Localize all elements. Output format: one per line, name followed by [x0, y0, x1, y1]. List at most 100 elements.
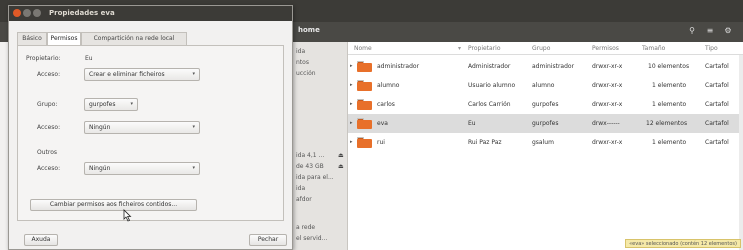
file-size: 1 elemento — [652, 101, 687, 108]
sidebar: ida ntos ucción ida 4,1 ... ⏏ de 43 GB ⏏… — [290, 42, 348, 250]
owner-access-value: Crear e eliminar ficheiros — [89, 71, 165, 78]
tab-permissions[interactable]: Permisos — [47, 32, 81, 45]
file-group: gurpofes — [532, 120, 559, 127]
scrollbar[interactable] — [739, 55, 743, 250]
file-group: gsalum — [532, 139, 554, 146]
chevron-down-icon: ▾ — [192, 124, 195, 130]
sidebar-item[interactable]: ida para el... — [296, 174, 334, 181]
file-name: eva — [377, 120, 388, 127]
sidebar-item[interactable]: de 43 GB — [296, 163, 324, 170]
expand-arrow-icon[interactable]: ▸ — [350, 120, 353, 126]
file-row[interactable]: ▸ carlos Carlos Carrión gurpofes drwxr-x… — [348, 95, 743, 114]
folder-icon — [357, 118, 372, 129]
column-header-type[interactable]: Tipo — [705, 45, 718, 52]
owner-label: Propietario: — [26, 55, 61, 62]
list-view-icon[interactable]: ≡ — [703, 24, 717, 38]
file-group: gurpofes — [532, 101, 559, 108]
others-access-select[interactable]: Ningún ▾ — [84, 162, 200, 175]
group-label: Grupo: — [37, 101, 58, 108]
tab-local-network-sharing[interactable]: Compartición na rede local — [81, 32, 187, 45]
file-row[interactable]: ▸ administrador Administrador administra… — [348, 57, 743, 76]
column-header-permissions[interactable]: Permisos — [592, 45, 619, 52]
file-permissions: drwx------ — [592, 120, 620, 127]
folder-icon — [357, 137, 372, 148]
file-owner: Administrador — [468, 63, 511, 70]
tab-basic[interactable]: Básico — [17, 32, 47, 45]
chevron-down-icon: ▾ — [192, 71, 195, 77]
column-header-name[interactable]: Nome — [354, 45, 372, 52]
file-permissions: drwxr-xr-x — [592, 82, 623, 89]
chevron-down-icon: ▾ — [130, 101, 133, 107]
file-type: Cartafol — [705, 139, 729, 146]
file-list: Nome ▾ Propietario Grupo Permisos Tamaño… — [348, 42, 743, 250]
sort-arrow-icon: ▾ — [458, 45, 462, 52]
settings-icon[interactable]: ⚙ — [721, 24, 735, 38]
sidebar-item[interactable]: ida 4,1 ... — [296, 152, 324, 159]
chevron-down-icon: ▾ — [192, 165, 195, 171]
sidebar-item[interactable]: ida — [296, 185, 305, 192]
sidebar-item[interactable]: a rede — [296, 224, 315, 231]
others-label: Outros — [37, 149, 58, 156]
column-header-size[interactable]: Tamaño — [642, 45, 665, 52]
file-size: 1 elemento — [652, 82, 687, 89]
search-icon[interactable]: ⚲ — [685, 24, 699, 38]
dialog-titlebar: Propiedades eva — [9, 6, 292, 21]
mouse-pointer-icon — [123, 209, 132, 222]
others-access-value: Ningún — [89, 165, 111, 172]
file-row[interactable]: ▸ rui Rui Paz Paz gsalum drwxr-xr-x 1 el… — [348, 133, 743, 152]
file-owner: Carlos Carrión — [468, 101, 511, 108]
expand-arrow-icon[interactable]: ▸ — [350, 139, 353, 145]
group-select[interactable]: gurpofes ▾ — [84, 98, 138, 111]
sidebar-item[interactable]: afdor — [296, 196, 312, 203]
group-value: gurpofes — [89, 101, 116, 108]
expand-arrow-icon[interactable]: ▸ — [350, 82, 353, 88]
minimize-window-icon[interactable] — [23, 9, 31, 17]
folder-icon — [357, 80, 372, 91]
file-type: Cartafol — [705, 63, 729, 70]
folder-icon — [357, 99, 372, 110]
owner-value: Eu — [85, 55, 93, 62]
file-name: rui — [377, 139, 385, 146]
eject-icon[interactable]: ⏏ — [338, 152, 344, 159]
status-bar: «eva» seleccionado (contén 12 elementos) — [625, 239, 741, 248]
file-size: 1 elemento — [652, 139, 687, 146]
properties-dialog: Propiedades eva Básico Permisos Comparti… — [8, 5, 293, 250]
group-access-value: Ningún — [89, 124, 111, 131]
file-owner: Eu — [468, 120, 476, 127]
eject-icon[interactable]: ⏏ — [338, 163, 344, 170]
expand-arrow-icon[interactable]: ▸ — [350, 63, 353, 69]
location-button[interactable]: home — [298, 26, 320, 34]
file-name: alumno — [377, 82, 400, 89]
file-permissions: drwxr-xr-x — [592, 139, 623, 146]
sidebar-item[interactable]: ntos — [296, 59, 309, 66]
permissions-panel: Propietario: Eu Acceso: Crear e eliminar… — [17, 45, 284, 221]
file-owner: Rui Paz Paz — [468, 139, 502, 146]
close-window-icon[interactable] — [13, 9, 21, 17]
owner-access-label: Acceso: — [37, 71, 61, 78]
group-access-select[interactable]: Ningún ▾ — [84, 121, 200, 134]
file-type: Cartafol — [705, 82, 729, 89]
others-access-label: Acceso: — [37, 165, 61, 172]
toolbar-icons: ⚲ ≡ ⚙ — [685, 24, 735, 38]
sidebar-item[interactable]: ida — [296, 48, 305, 55]
maximize-window-icon[interactable] — [33, 9, 41, 17]
owner-access-select[interactable]: Crear e eliminar ficheiros ▾ — [84, 68, 200, 81]
file-name: administrador — [377, 63, 420, 70]
expand-arrow-icon[interactable]: ▸ — [350, 101, 353, 107]
file-permissions: drwxr-xr-x — [592, 63, 623, 70]
column-header-group[interactable]: Grupo — [532, 45, 550, 52]
change-contained-permissions-button[interactable]: Cambiar permisos aos ficheiros contidos.… — [30, 199, 197, 211]
file-row[interactable]: ▸ alumno Usuario alumno alumno drwxr-xr-… — [348, 76, 743, 95]
file-size: 10 elementos — [648, 63, 690, 70]
folder-icon — [357, 61, 372, 72]
sidebar-item[interactable]: ucción — [296, 70, 316, 77]
file-row-selected[interactable]: ▸ eva Eu gurpofes drwx------ 12 elemento… — [348, 114, 743, 133]
sidebar-item[interactable]: el servid... — [296, 235, 327, 242]
help-button[interactable]: Axuda — [24, 234, 58, 246]
file-owner: Usuario alumno — [468, 82, 516, 89]
column-header-owner[interactable]: Propietario — [468, 45, 501, 52]
file-list-header: Nome ▾ Propietario Grupo Permisos Tamaño… — [348, 42, 743, 55]
tab-bar: Básico Permisos Compartición na rede loc… — [17, 32, 284, 45]
file-permissions: drwxr-xr-x — [592, 101, 623, 108]
close-button[interactable]: Pechar — [249, 234, 287, 246]
